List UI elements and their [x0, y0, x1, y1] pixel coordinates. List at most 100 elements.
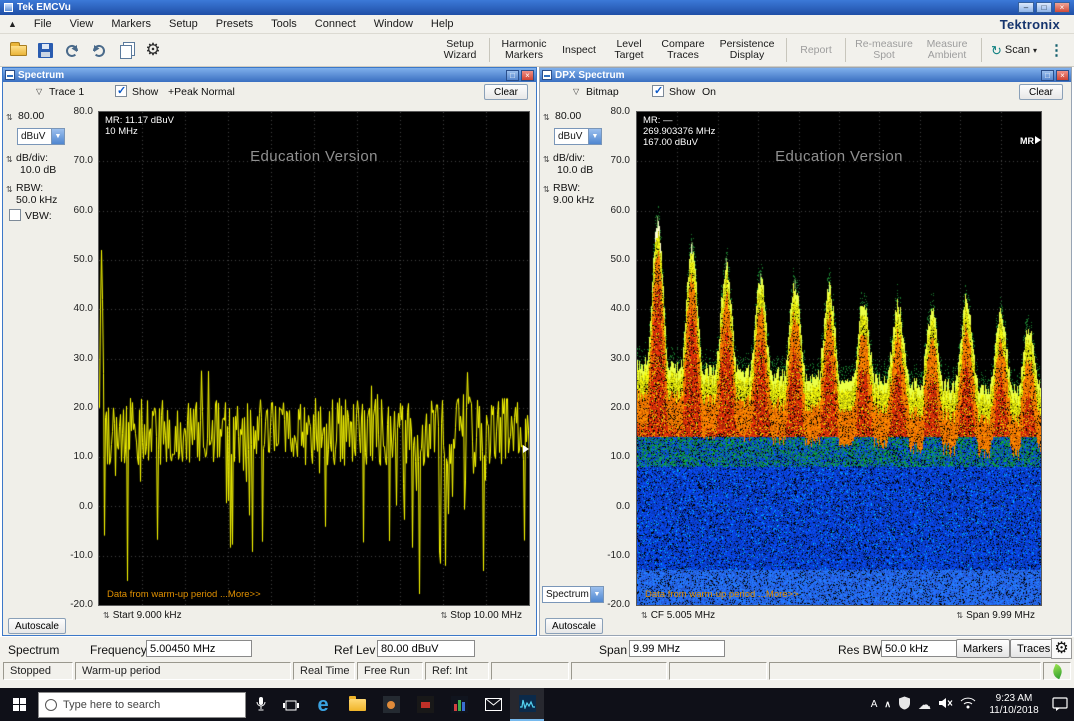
dpx-maximize-button[interactable]: □ [1041, 70, 1054, 81]
span-label[interactable]: ⇅ Span 9.99 MHz [956, 610, 1035, 621]
autoscale-button[interactable]: Autoscale [545, 618, 603, 634]
collapse-menu-icon[interactable]: ▲ [8, 19, 17, 29]
dpx-bitmap-canvas[interactable] [637, 112, 1041, 605]
dpx-bitmap-plot[interactable]: MR: — 269.903376 MHz 167.00 dBuV Educati… [636, 111, 1042, 606]
harmonic-markers-button[interactable]: Harmonic Markers [496, 37, 552, 63]
hidden-icons-chevron-icon[interactable]: ∧ [884, 699, 891, 710]
spectrum-maximize-button[interactable]: □ [506, 70, 519, 81]
report-button[interactable]: Report [793, 43, 839, 58]
settings-gear-icon[interactable]: ⚙ [141, 38, 165, 62]
center-frequency-label[interactable]: ⇅ CF 5.005 MHz [641, 610, 715, 621]
spectrum-close-button[interactable]: × [521, 70, 534, 81]
show-checkbox[interactable] [652, 85, 664, 97]
taskbar-search-input[interactable] [63, 699, 223, 711]
span-spinner[interactable]: ⇅ [956, 611, 963, 620]
db-div-value[interactable]: 10.0 dB [557, 164, 593, 176]
vbw-checkbox[interactable] [9, 209, 21, 221]
app-tile-1-icon[interactable] [374, 688, 408, 721]
start-button[interactable] [0, 688, 38, 721]
ref-lev-input[interactable] [377, 640, 475, 657]
file-explorer-icon[interactable] [340, 688, 374, 721]
dpx-close-button[interactable]: × [1056, 70, 1069, 81]
chevron-down-icon[interactable]: ▼ [51, 129, 64, 144]
window-titlebar[interactable]: Tek EMCVu – □ × [0, 0, 1074, 15]
undo-icon[interactable] [60, 38, 84, 62]
toolbar-overflow-icon[interactable]: ⋮ [1049, 41, 1064, 59]
redo-icon[interactable] [87, 38, 111, 62]
frequency-input[interactable] [146, 640, 252, 657]
db-div-spinner[interactable]: ⇅ [543, 155, 550, 164]
markers-button[interactable]: Markers [956, 639, 1010, 658]
spectrum-plot-canvas[interactable] [99, 112, 529, 605]
ref-level-spinner[interactable]: ⇅ [543, 113, 550, 122]
rbw-value[interactable]: 50.0 kHz [16, 194, 57, 206]
scan-button[interactable]: ↻ Scan ▾ [988, 42, 1040, 59]
ref-level-value[interactable]: 80.00 [555, 110, 581, 122]
start-frequency-label[interactable]: ⇅ Start 9.000 kHz [103, 610, 182, 621]
menu-connect[interactable]: Connect [306, 18, 365, 30]
units-combo[interactable]: dBuV ▼ [17, 128, 65, 145]
show-checkbox[interactable] [115, 85, 127, 97]
remeasure-spot-button[interactable]: Re-measure Spot [852, 37, 916, 63]
rbw-value[interactable]: 9.00 kHz [553, 194, 594, 206]
rbw-spinner[interactable]: ⇅ [543, 185, 550, 194]
save-icon[interactable] [33, 38, 57, 62]
rbw-spinner[interactable]: ⇅ [6, 185, 13, 194]
bitmap-dropdown-chevron[interactable]: ▽ [573, 87, 579, 96]
minimize-button[interactable]: – [1018, 2, 1034, 13]
menu-window[interactable]: Window [365, 18, 422, 30]
clear-button[interactable]: Clear [484, 84, 528, 100]
level-target-button[interactable]: Level Target [606, 37, 652, 63]
onedrive-cloud-icon[interactable]: ☁ [918, 698, 931, 711]
chevron-down-icon[interactable]: ▼ [590, 587, 603, 602]
dpx-panel-titlebar[interactable]: DPX Spectrum □ × [540, 68, 1071, 82]
chevron-down-icon[interactable]: ▼ [588, 129, 601, 144]
app-tile-3-icon[interactable] [442, 688, 476, 721]
menu-view[interactable]: View [61, 18, 103, 30]
settings-gear-button[interactable]: ⚙ [1051, 638, 1072, 659]
warmup-note[interactable]: Data from warm-up period ...More>> [645, 589, 799, 600]
app-tile-2-icon[interactable] [408, 688, 442, 721]
stop-frequency-label[interactable]: ⇅ Stop 10.00 MHz [441, 610, 522, 621]
edge-icon[interactable]: e [306, 688, 340, 721]
menu-tools[interactable]: Tools [262, 18, 306, 30]
compare-traces-button[interactable]: Compare Traces [655, 37, 711, 63]
taskbar-search[interactable] [38, 692, 246, 718]
mail-icon[interactable] [476, 688, 510, 721]
clear-button[interactable]: Clear [1019, 84, 1063, 100]
cf-spinner[interactable]: ⇅ [641, 611, 648, 620]
db-div-spinner[interactable]: ⇅ [6, 155, 13, 164]
inspect-button[interactable]: Inspect [555, 43, 603, 58]
autoscale-button[interactable]: Autoscale [8, 618, 66, 634]
wifi-icon[interactable] [960, 697, 976, 712]
menu-markers[interactable]: Markers [102, 18, 160, 30]
units-combo[interactable]: dBuV ▼ [554, 128, 602, 145]
menu-help[interactable]: Help [422, 18, 463, 30]
setup-wizard-button[interactable]: Setup Wizard [437, 37, 483, 63]
security-shield-icon[interactable] [898, 696, 911, 713]
copy-icon[interactable] [114, 38, 138, 62]
db-div-value[interactable]: 10.0 dB [20, 164, 56, 176]
warmup-note[interactable]: Data from warm-up period ...More>> [107, 589, 261, 600]
emcvu-taskbar-icon[interactable] [510, 688, 544, 721]
open-icon[interactable] [6, 38, 30, 62]
language-indicator[interactable]: A [871, 699, 878, 710]
menu-setup[interactable]: Setup [160, 18, 207, 30]
ref-level-value[interactable]: 80.00 [18, 110, 44, 122]
action-center-icon[interactable] [1052, 696, 1068, 714]
trace-dropdown-chevron[interactable]: ▽ [36, 87, 42, 96]
spectrum-plot[interactable]: MR: 11.17 dBuV 10 MHz Education Version … [98, 111, 530, 606]
menu-file[interactable]: File [25, 18, 61, 30]
persistence-display-button[interactable]: Persistence Display [714, 37, 780, 63]
maximize-button[interactable]: □ [1036, 2, 1052, 13]
close-button[interactable]: × [1054, 2, 1070, 13]
trace-selector[interactable]: Trace 1 [49, 86, 84, 98]
task-view-icon[interactable] [276, 688, 306, 721]
span-input[interactable] [629, 640, 725, 657]
spectrum-panel-titlebar[interactable]: Spectrum □ × [3, 68, 536, 82]
stop-spinner[interactable]: ⇅ [441, 611, 448, 620]
measure-ambient-button[interactable]: Measure Ambient [919, 37, 975, 63]
taskbar-clock[interactable]: 9:23 AM 11/10/2018 [983, 693, 1045, 717]
microphone-icon[interactable] [246, 688, 276, 721]
start-spinner[interactable]: ⇅ [103, 611, 110, 620]
